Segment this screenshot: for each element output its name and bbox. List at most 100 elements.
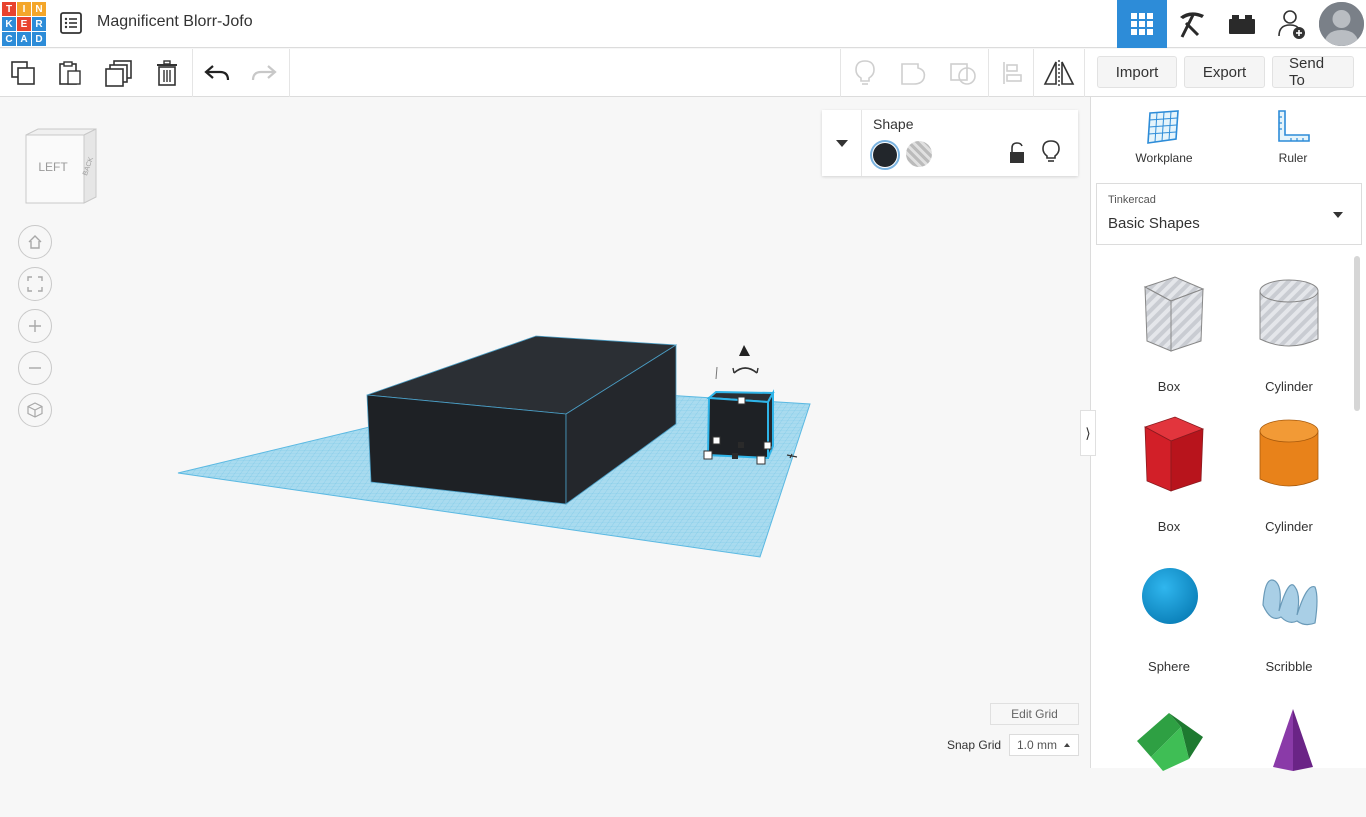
toolbar-divider [840, 49, 841, 97]
shape-label: Box [1157, 379, 1181, 394]
show-all-button[interactable] [847, 55, 883, 91]
shape-label: Box [1157, 519, 1181, 534]
toolbar-divider [988, 49, 989, 97]
shapes-panel: Workplane Ruler Tinkercad Basic Shapes B… [1090, 97, 1366, 771]
shape-library-select[interactable]: Tinkercad Basic Shapes [1096, 183, 1362, 245]
align-button[interactable] [994, 55, 1030, 91]
logo-letter: A [17, 32, 31, 46]
scrollbar[interactable] [1354, 256, 1360, 411]
top-bar: T I N K E R C A D Magnificent Blorr-Jofo [0, 0, 1366, 48]
logo-letter: I [17, 2, 31, 16]
selected-small-box-shape[interactable] [703, 389, 775, 465]
logo-letter: T [2, 2, 16, 16]
lightbulb-icon[interactable] [1042, 140, 1060, 164]
send-to-button[interactable]: Send To [1272, 55, 1354, 89]
mirror-button[interactable] [1041, 55, 1077, 91]
group-button[interactable] [896, 55, 932, 91]
shape-scribble[interactable]: Scribble [1234, 547, 1344, 677]
roof-icon [1137, 713, 1203, 771]
redo-button[interactable] [246, 55, 282, 91]
codeblocks-tab[interactable] [1167, 0, 1217, 48]
toolbar-divider [1084, 49, 1085, 97]
tinkercad-logo[interactable]: T I N K E R C A D [2, 2, 46, 46]
shape-box[interactable]: Box [1114, 407, 1224, 537]
bricks-tab[interactable] [1217, 0, 1267, 48]
chevron-right-icon: ⟩ [1085, 424, 1091, 441]
3d-design-tab[interactable] [1117, 0, 1167, 48]
import-button[interactable]: Import [1097, 56, 1177, 88]
shape-cylinder-hole[interactable]: Cylinder [1234, 267, 1344, 397]
cylinder-hole-icon [1259, 279, 1319, 347]
logo-letter: C [2, 32, 16, 46]
shape-roof[interactable] [1114, 687, 1224, 817]
grid-icon [1131, 13, 1153, 35]
redo-icon [251, 65, 277, 81]
logo-letter: N [32, 2, 46, 16]
shape-label: Sphere [1148, 659, 1190, 674]
design-list-icon[interactable] [58, 10, 84, 36]
toolbar-divider [289, 49, 290, 97]
chevron-down-icon [835, 140, 848, 147]
rotate-handle-icon[interactable] [733, 367, 758, 374]
lightbulb-icon [855, 60, 875, 85]
ungroup-icon [950, 63, 976, 85]
logo-letter: R [32, 17, 46, 31]
snap-grid-select[interactable]: 1.0 mm [1009, 734, 1079, 756]
library-name: Basic Shapes [1108, 215, 1200, 232]
hole-button[interactable] [906, 141, 932, 167]
ungroup-button[interactable] [945, 55, 981, 91]
ruler-button[interactable]: Ruler [1243, 109, 1343, 169]
caret-up-icon [1064, 743, 1070, 747]
paste-button[interactable] [52, 55, 88, 91]
library-provider: Tinkercad [1108, 194, 1156, 206]
lift-handle-icon[interactable] [739, 345, 750, 356]
mirror-icon [1043, 60, 1075, 86]
lock-icon[interactable] [1008, 142, 1026, 164]
avatar[interactable] [1319, 2, 1364, 46]
align-icon [1003, 62, 1022, 84]
invite-user-button[interactable] [1267, 0, 1317, 48]
cylinder-orange-icon [1259, 419, 1319, 487]
duplicate-icon [105, 60, 132, 87]
edit-grid-button[interactable]: Edit Grid [990, 703, 1079, 725]
collapse-inspector-button[interactable] [822, 110, 862, 176]
snap-grid-label: Snap Grid [947, 738, 1002, 752]
delete-button[interactable] [149, 55, 185, 91]
cone-icon [1273, 709, 1313, 771]
pickaxe-icon [1180, 12, 1204, 38]
toolbar-divider [1033, 49, 1034, 97]
copy-button[interactable] [5, 55, 41, 91]
workplane-canvas[interactable]: LEFT BACK Edit Grid Snap Grid 1.0 mm [0, 97, 1090, 768]
shape-label: Cylinder [1265, 519, 1313, 534]
design-title[interactable]: Magnificent Blorr-Jofo [97, 13, 253, 31]
workplane-button[interactable]: Workplane [1114, 109, 1214, 169]
box-red-icon [1143, 416, 1205, 492]
copy-icon [11, 61, 35, 85]
group-icon [901, 63, 926, 85]
logo-letter: E [17, 17, 31, 31]
shape-cone[interactable] [1234, 687, 1344, 817]
scene-3d[interactable] [0, 97, 1090, 768]
shape-sphere[interactable]: Sphere [1114, 547, 1224, 677]
undo-button[interactable] [199, 55, 235, 91]
snap-grid-value: 1.0 mm [1017, 738, 1058, 752]
inspector-title: Shape [873, 116, 914, 132]
shape-cylinder[interactable]: Cylinder [1234, 407, 1344, 537]
rotate-handle-icon[interactable] [715, 366, 718, 380]
solid-color-button[interactable] [870, 140, 900, 170]
panel-toggle-button[interactable]: ⟩ [1080, 410, 1096, 456]
duplicate-button[interactable] [101, 55, 137, 91]
undo-icon [204, 65, 230, 81]
ruler-icon [1278, 110, 1310, 142]
toolbar: Import Export Send To [0, 49, 1366, 97]
chevron-down-icon [1333, 212, 1343, 218]
toolbar-divider [192, 49, 193, 97]
logo-letter: K [2, 17, 16, 31]
export-button[interactable]: Export [1184, 56, 1265, 88]
shape-box-hole[interactable]: Box [1114, 267, 1224, 397]
shape-label: Scribble [1265, 659, 1313, 674]
paste-icon [59, 61, 81, 85]
box-hole-icon [1143, 276, 1205, 352]
shape-label: Cylinder [1265, 379, 1313, 394]
scribble-icon [1262, 579, 1318, 626]
